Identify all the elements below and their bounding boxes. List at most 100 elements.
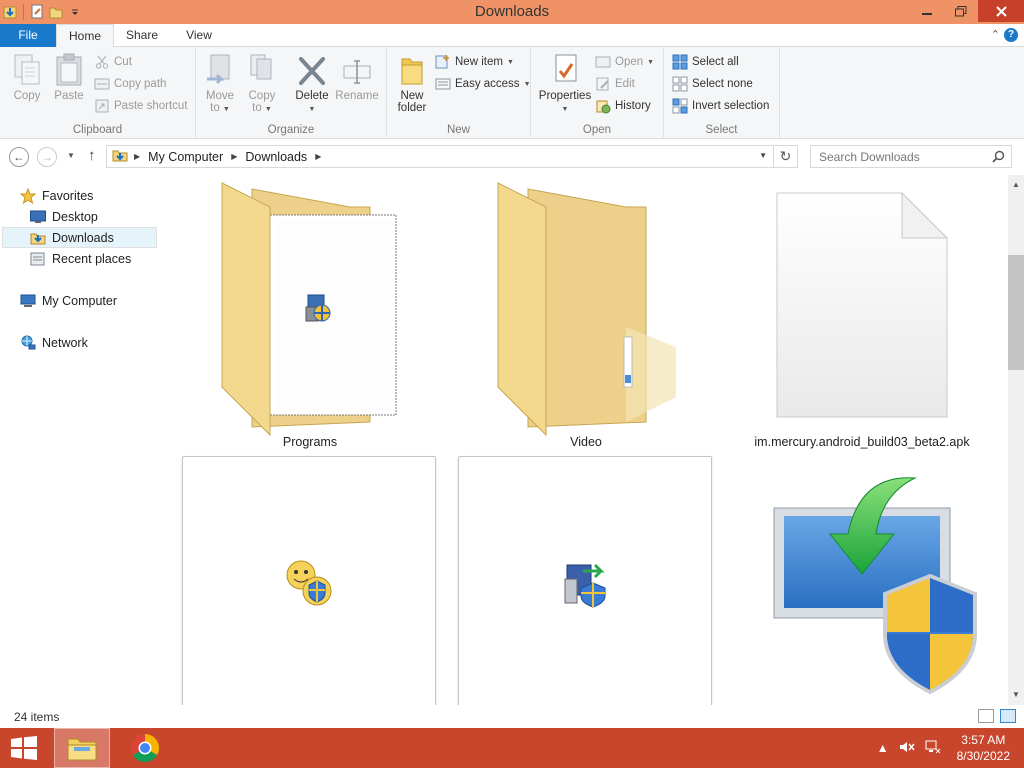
edit-label: Edit (615, 78, 635, 90)
file-item-video[interactable]: Video (458, 175, 714, 453)
copy-button[interactable]: Copy (8, 51, 46, 102)
vertical-scrollbar[interactable]: ▲ ▼ (1008, 175, 1024, 705)
paste-shortcut-button[interactable]: Paste shortcut (94, 96, 188, 116)
search-input[interactable] (819, 149, 985, 164)
select-none-button[interactable]: Select none (672, 74, 753, 94)
open-button[interactable]: Open ▼ (595, 52, 654, 72)
delete-button[interactable]: Delete ▼ (292, 51, 332, 116)
address-history-dropdown-icon[interactable]: ▼ (759, 151, 767, 160)
file-item-programs[interactable]: Programs (182, 175, 438, 453)
copy-path-button[interactable]: Copy path (94, 74, 166, 94)
breadcrumb-separator-icon[interactable]: ▶ (231, 152, 237, 161)
new-folder-label: New (400, 90, 424, 102)
file-item-installer-2[interactable] (458, 456, 712, 705)
copy-to-button[interactable]: Copy to ▼ (244, 51, 280, 116)
copy-to-icon (250, 54, 272, 80)
scroll-down-arrow-icon[interactable]: ▼ (1008, 687, 1024, 703)
rename-button[interactable]: Rename (334, 51, 380, 102)
tab-home[interactable]: Home (56, 24, 114, 48)
address-row: ← → ▼ ↑ ▶ My Computer ▶ Downloads ▶ ▼ ↻ (0, 139, 1024, 175)
organize-group-label: Organize (267, 124, 315, 136)
show-hidden-icons-icon[interactable]: ▲ (877, 741, 889, 755)
file-list: Programs Video im.mercury.android_build0… (162, 175, 1008, 705)
tab-file[interactable]: File (0, 24, 56, 47)
desktop-icon (30, 210, 46, 223)
new-item-button[interactable]: New item ▼ (435, 52, 514, 72)
move-to-label: Move (205, 90, 235, 102)
nav-downloads[interactable]: Downloads (2, 227, 157, 248)
system-clock[interactable]: 3:57 AM 8/30/2022 (957, 732, 1010, 764)
recent-locations-chevron-icon[interactable]: ▼ (67, 151, 75, 160)
file-item-installer-1[interactable] (182, 456, 436, 705)
forward-button[interactable]: → (37, 147, 57, 167)
cut-button[interactable]: Cut (94, 52, 132, 72)
new-group-label: New (446, 124, 470, 136)
ribbon: Copy Paste Cut Copy path Paste shortcut … (0, 47, 1024, 139)
minimize-button[interactable] (910, 0, 944, 22)
properties-button[interactable]: Properties ▼ (535, 51, 595, 116)
cut-label: Cut (114, 56, 132, 68)
history-button[interactable]: History (595, 96, 651, 116)
minimize-ribbon-chevron-icon[interactable]: ⌃ (991, 28, 1000, 41)
invert-selection-button[interactable]: Invert selection (672, 96, 769, 116)
close-button[interactable] (978, 0, 1024, 22)
address-bar[interactable]: ▶ My Computer ▶ Downloads ▶ ▼ ↻ (106, 145, 798, 168)
taskbar-chrome[interactable] (122, 728, 168, 768)
nav-my-computer[interactable]: My Computer (20, 290, 117, 311)
window-controls (910, 0, 1024, 22)
select-all-icon (672, 54, 688, 70)
invert-selection-icon (672, 98, 688, 114)
nav-desktop[interactable]: Desktop (30, 206, 98, 227)
nav-network[interactable]: Network (20, 332, 88, 353)
large-icons-view-icon[interactable] (1000, 709, 1016, 723)
search-box[interactable] (810, 145, 1012, 168)
folder-with-document-icon (221, 182, 397, 437)
breadcrumb-my-computer[interactable]: My Computer (148, 150, 223, 164)
start-button[interactable] (10, 736, 38, 763)
new-item-icon (435, 55, 449, 69)
back-button[interactable]: ← (9, 147, 29, 167)
paste-button[interactable]: Paste (50, 51, 88, 102)
breadcrumb-separator-icon[interactable]: ▶ (315, 152, 321, 161)
details-view-icon[interactable] (978, 709, 994, 723)
downloads-location-icon (112, 147, 128, 166)
refresh-button[interactable]: ↻ (773, 146, 797, 167)
help-icon[interactable]: ? (1004, 28, 1018, 42)
nav-favorites[interactable]: Favorites (20, 185, 93, 206)
blank-file-icon (776, 191, 949, 418)
rename-label: Rename (335, 90, 379, 102)
edit-button[interactable]: Edit (595, 74, 635, 94)
breadcrumb-downloads[interactable]: Downloads (245, 150, 307, 164)
file-name: Video (570, 435, 602, 449)
history-label: History (615, 100, 651, 112)
taskbar-file-explorer[interactable] (54, 728, 110, 768)
scroll-up-arrow-icon[interactable]: ▲ (1008, 177, 1024, 193)
forward-arrow-icon: → (41, 150, 53, 164)
tab-view[interactable]: View (176, 24, 222, 47)
file-item-apk[interactable]: im.mercury.android_build03_beta2.apk (734, 175, 990, 453)
select-all-label: Select all (692, 56, 739, 68)
up-arrow-button[interactable]: ↑ (88, 147, 96, 164)
scrollbar-thumb[interactable] (1008, 255, 1024, 370)
nav-recent-places[interactable]: Recent places (30, 248, 131, 269)
paste-shortcut-label: Paste shortcut (114, 100, 188, 112)
new-group: New folder New item ▼ Easy access ▼ New (387, 47, 531, 139)
folder-icon (497, 182, 676, 437)
file-item-update-installer[interactable] (734, 456, 990, 705)
tab-share[interactable]: Share (118, 24, 166, 47)
new-folder-button[interactable]: New folder (391, 51, 433, 114)
move-to-button[interactable]: Move to ▼ (202, 51, 238, 116)
new-item-label: New item (455, 56, 503, 68)
chrome-icon (131, 734, 159, 762)
computer-icon (20, 294, 36, 307)
search-icon[interactable] (992, 150, 1005, 166)
network-status-icon[interactable] (925, 740, 941, 757)
easy-access-button[interactable]: Easy access ▼ (435, 74, 531, 94)
select-all-button[interactable]: Select all (672, 52, 739, 72)
open-icon (595, 56, 611, 68)
breadcrumb-separator-icon[interactable]: ▶ (134, 152, 140, 161)
volume-muted-icon[interactable] (899, 740, 915, 757)
maximize-button[interactable] (944, 0, 978, 22)
windows-logo-icon (11, 736, 37, 760)
file-explorer-icon (67, 738, 97, 761)
